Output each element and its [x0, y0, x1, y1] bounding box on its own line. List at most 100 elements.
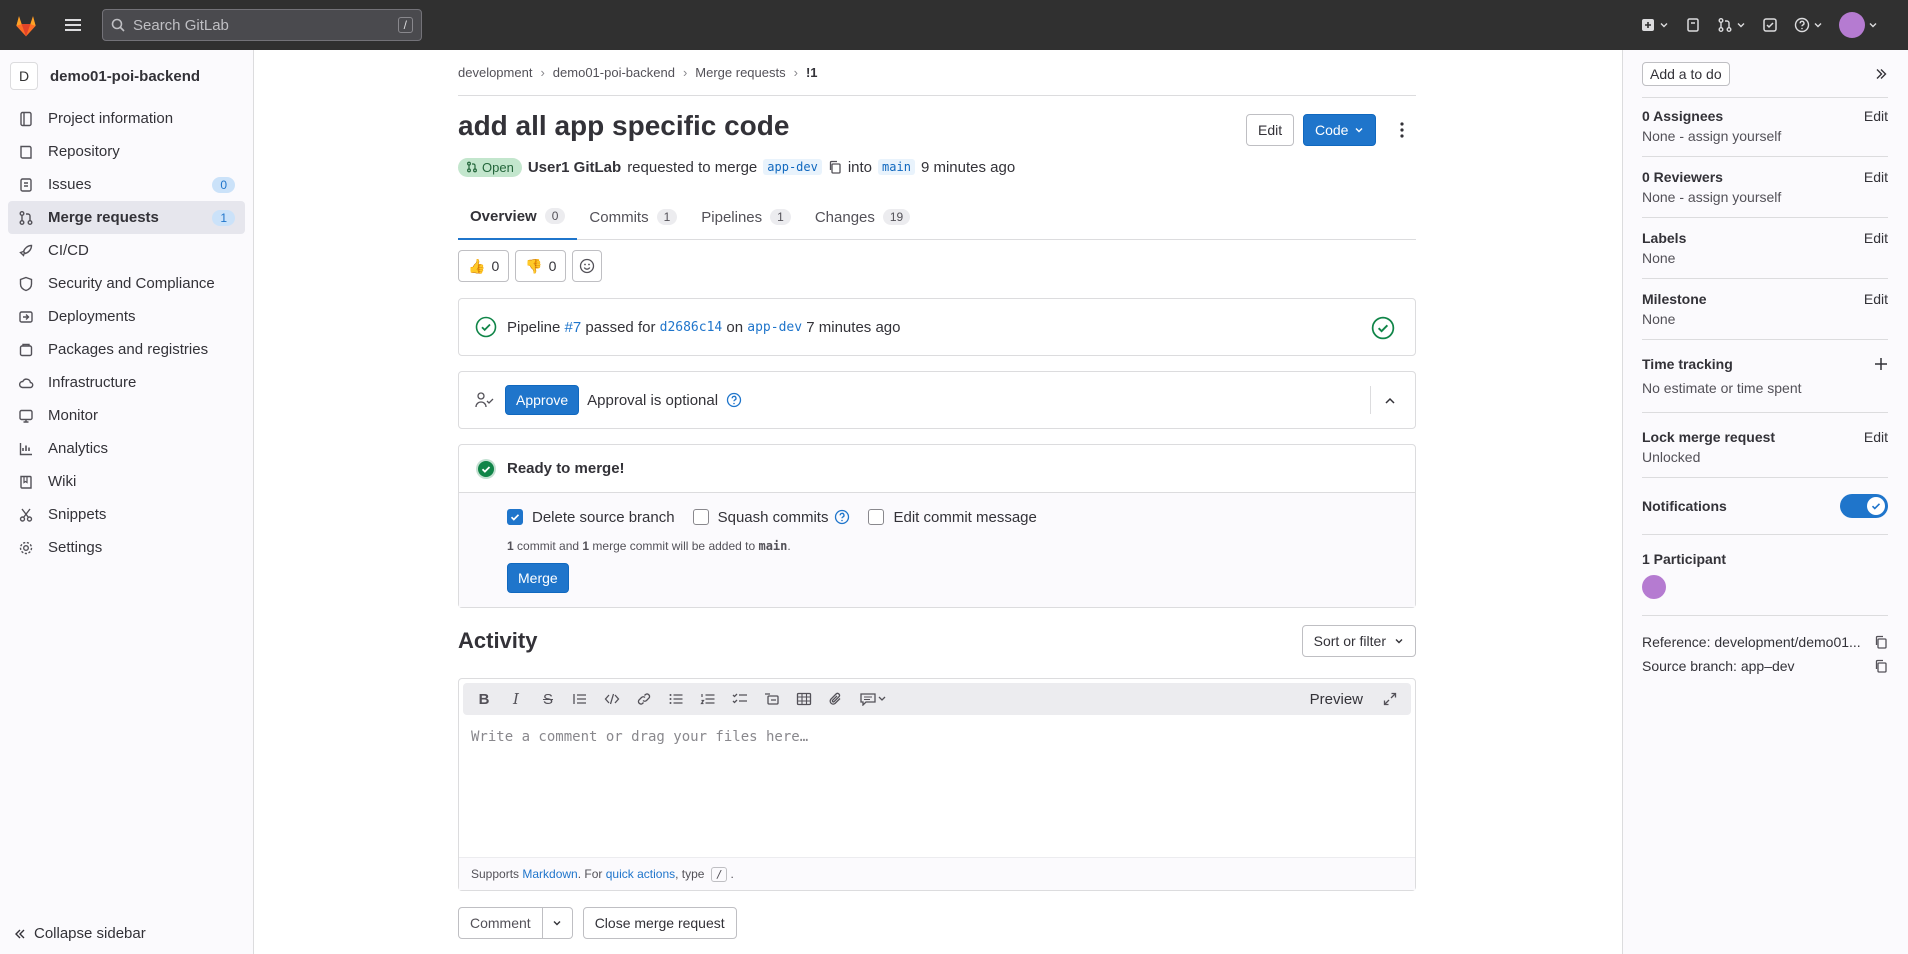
tab-count: 1	[656, 209, 678, 225]
copy-icon[interactable]	[1874, 635, 1888, 649]
bulleted-list-icon[interactable]	[661, 687, 691, 711]
quick-actions-link[interactable]: quick actions	[606, 867, 675, 881]
tab-pipelines[interactable]: Pipelines 1	[689, 194, 803, 240]
search-input[interactable]: Search GitLab /	[102, 9, 422, 41]
sidebar-item-security[interactable]: Security and Compliance	[8, 267, 245, 300]
breadcrumb-item[interactable]: !1	[806, 65, 818, 80]
comment-button[interactable]: Comment	[458, 907, 543, 939]
sort-filter-dropdown[interactable]: Sort or filter	[1301, 625, 1416, 657]
todos-top-button[interactable]	[1756, 9, 1784, 41]
close-merge-request-button[interactable]: Close merge request	[582, 907, 737, 939]
edit-lock-button[interactable]: Edit	[1864, 429, 1888, 445]
edit-assignees-button[interactable]: Edit	[1864, 108, 1888, 124]
sort-filter-label: Sort or filter	[1313, 633, 1386, 649]
assignees-value[interactable]: None - assign yourself	[1642, 128, 1888, 144]
sidebar-item-deployments[interactable]: Deployments	[8, 300, 245, 333]
pipeline-branch-link[interactable]: app-dev	[747, 320, 802, 335]
merge-commit-note: 1 commit and 1 merge commit will be adde…	[507, 539, 1399, 553]
merge-button[interactable]: Merge	[507, 563, 569, 593]
avatar[interactable]	[1642, 575, 1666, 599]
edit-commit-message-checkbox[interactable]: Edit commit message	[868, 509, 1037, 526]
sidebar-item-merge-requests[interactable]: Merge requests 1	[8, 201, 245, 234]
help-icon[interactable]	[834, 509, 850, 525]
author-name[interactable]: User1 GitLab	[528, 159, 621, 176]
attach-file-icon[interactable]	[821, 687, 851, 711]
merge-requests-top-button[interactable]	[1711, 9, 1752, 41]
user-menu-button[interactable]	[1833, 9, 1884, 41]
tab-changes[interactable]: Changes 19	[803, 194, 922, 240]
bold-icon[interactable]: B	[469, 687, 499, 711]
sidebar-item-snippets[interactable]: Snippets	[8, 498, 245, 531]
issues-top-button[interactable]	[1679, 9, 1707, 41]
thumbs-down-button[interactable]: 👎 0	[515, 250, 567, 282]
breadcrumb-item[interactable]: demo01-poi-backend	[553, 65, 675, 80]
status-label: Open	[482, 159, 514, 175]
pipeline-link[interactable]: #7	[565, 319, 582, 336]
numbered-list-icon[interactable]	[693, 687, 723, 711]
tab-commits[interactable]: Commits 1	[577, 194, 689, 240]
target-branch-badge[interactable]: main	[878, 159, 915, 175]
commit-link[interactable]: d2686c14	[660, 320, 723, 335]
tab-overview[interactable]: Overview 0	[458, 194, 578, 240]
status-success-icon	[475, 316, 497, 338]
italic-icon[interactable]: I	[501, 687, 531, 711]
strikethrough-icon[interactable]: S	[533, 687, 563, 711]
copy-icon[interactable]	[1874, 659, 1888, 673]
collapse-sidebar-label: Collapse sidebar	[34, 925, 146, 942]
copy-icon[interactable]	[828, 160, 842, 174]
plus-icon[interactable]	[1874, 357, 1888, 371]
preview-button[interactable]: Preview	[1300, 691, 1373, 708]
sidebar-item-project-information[interactable]: Project information	[8, 102, 245, 135]
reviewers-value[interactable]: None - assign yourself	[1642, 189, 1888, 205]
source-branch-badge[interactable]: app-dev	[763, 159, 822, 175]
comment-template-icon[interactable]	[853, 687, 893, 711]
sidebar-item-issues[interactable]: Issues 0	[8, 168, 245, 201]
thumbs-up-button[interactable]: 👍 0	[458, 250, 510, 282]
edit-reviewers-button[interactable]: Edit	[1864, 169, 1888, 185]
delete-source-branch-checkbox[interactable]: Delete source branch	[507, 509, 675, 526]
more-actions-icon[interactable]	[1394, 120, 1410, 140]
code-icon[interactable]	[597, 687, 627, 711]
breadcrumb-item[interactable]: Merge requests	[695, 65, 785, 80]
collapsible-section-icon[interactable]	[757, 687, 787, 711]
menu-icon[interactable]	[62, 14, 84, 36]
edit-labels-button[interactable]: Edit	[1864, 230, 1888, 246]
add-todo-button[interactable]: Add a to do	[1642, 61, 1730, 86]
collapse-sidebar-button[interactable]: Collapse sidebar	[14, 925, 146, 942]
code-dropdown-button[interactable]: Code	[1303, 114, 1377, 146]
edit-milestone-button[interactable]: Edit	[1864, 291, 1888, 307]
breadcrumb-item[interactable]: development	[458, 65, 532, 80]
chevron-up-icon[interactable]	[1383, 394, 1397, 408]
sidebar-item-repository[interactable]: Repository	[8, 135, 245, 168]
sidebar-item-infrastructure[interactable]: Infrastructure	[8, 366, 245, 399]
add-reaction-button[interactable]	[572, 250, 603, 282]
notifications-toggle[interactable]	[1840, 494, 1888, 518]
approve-button[interactable]: Approve	[505, 385, 580, 415]
pipeline-status-icon[interactable]	[1371, 316, 1395, 340]
squash-commits-checkbox[interactable]: Squash commits	[692, 509, 828, 526]
pipeline-widget: Pipeline #7 passed for d2686c14 on app-d…	[458, 298, 1416, 356]
create-new-button[interactable]	[1634, 9, 1675, 41]
gitlab-logo-icon[interactable]	[12, 11, 40, 39]
edit-button[interactable]: Edit	[1246, 114, 1295, 146]
sidebar-item-monitor[interactable]: Monitor	[8, 399, 245, 432]
project-header[interactable]: D demo01-poi-backend	[0, 56, 253, 96]
double-chevron-right-icon[interactable]	[1874, 67, 1888, 81]
help-icon[interactable]	[726, 392, 742, 408]
fullscreen-icon[interactable]	[1375, 687, 1405, 711]
sidebar-item-analytics[interactable]: Analytics	[8, 432, 245, 465]
task-list-icon[interactable]	[725, 687, 755, 711]
comment-type-dropdown[interactable]	[542, 907, 573, 939]
quote-icon[interactable]	[565, 687, 595, 711]
sidebar-item-settings[interactable]: Settings	[8, 531, 245, 564]
help-top-button[interactable]	[1788, 9, 1829, 41]
comment-textarea[interactable]: Write a comment or drag your files here…	[459, 719, 1415, 755]
sidebar-item-wiki[interactable]: Wiki	[8, 465, 245, 498]
toggle-knob	[1867, 497, 1885, 515]
sidebar-item-cicd[interactable]: CI/CD	[8, 234, 245, 267]
table-icon[interactable]	[789, 687, 819, 711]
sidebar-item-packages[interactable]: Packages and registries	[8, 333, 245, 366]
markdown-link[interactable]: Markdown	[522, 867, 577, 881]
link-icon[interactable]	[629, 687, 659, 711]
sidebar-item-label: Repository	[48, 143, 120, 160]
